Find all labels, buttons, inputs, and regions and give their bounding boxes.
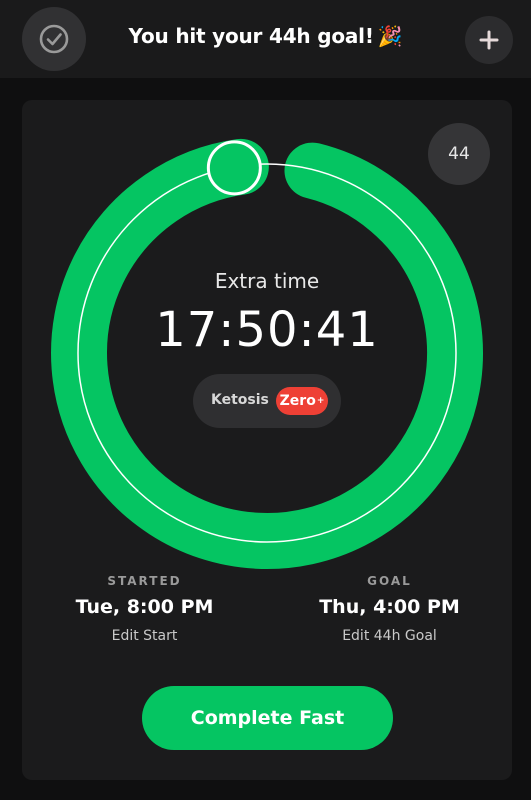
started-heading: STARTED <box>107 574 182 588</box>
goal-heading: GOAL <box>367 574 412 588</box>
fasting-zone-pill[interactable]: Ketosis Zero + <box>193 374 341 428</box>
plus-icon <box>479 30 499 50</box>
check-circle-button[interactable] <box>22 7 86 71</box>
check-circle-icon <box>39 24 69 54</box>
extra-time-label: Extra time <box>214 269 320 293</box>
zone-label: Ketosis <box>211 392 269 408</box>
goal-hours-chip[interactable]: 44 <box>428 123 490 185</box>
goal-column: GOAL Thu, 4:00 PM Edit 44h Goal <box>267 574 512 644</box>
fast-card: 44 Extra time 17:50:41 Ketosis Zero + STA… <box>22 100 512 780</box>
progress-knob[interactable] <box>206 140 262 196</box>
party-popper-icon: 🎉 <box>377 24 403 48</box>
goal-value: Thu, 4:00 PM <box>319 596 460 618</box>
started-value: Tue, 8:00 PM <box>75 596 214 618</box>
badge-plus: + <box>316 396 325 406</box>
badge-text: Zero <box>279 393 316 409</box>
started-column: STARTED Tue, 8:00 PM Edit Start <box>22 574 267 644</box>
zero-plus-badge: Zero + <box>276 387 328 415</box>
edit-goal-link[interactable]: Edit 44h Goal <box>267 628 512 644</box>
title-text: You hit your 44h goal! <box>128 24 374 48</box>
fasting-timer-app: You hit your 44h goal! 🎉 44 Extra time 17… <box>0 0 531 800</box>
add-button[interactable] <box>465 16 513 64</box>
goal-reached-title: You hit your 44h goal! 🎉 <box>100 24 431 48</box>
edit-start-link[interactable]: Edit Start <box>22 628 267 644</box>
complete-fast-button[interactable]: Complete Fast <box>142 686 393 750</box>
top-bar: You hit your 44h goal! 🎉 <box>0 0 531 78</box>
elapsed-timer: 17:50:41 <box>155 302 379 358</box>
